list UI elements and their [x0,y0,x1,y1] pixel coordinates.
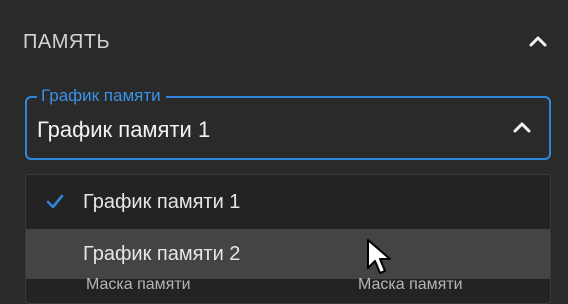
menu-item-label: График памяти 1 [83,191,241,213]
menu-item-memory-trace-2[interactable]: График памяти 2 [26,229,550,279]
memory-section-header[interactable]: ПАМЯТЬ [0,0,568,80]
mouse-cursor-icon [367,239,391,274]
select-value: График памяти 1 [37,117,211,142]
chevron-up-icon [529,36,547,47]
chevron-up-icon [513,122,531,133]
memory-trace-select[interactable]: График памяти График памяти 1 [25,85,551,160]
checkmark-icon [46,194,64,209]
section-title: ПАМЯТЬ [23,31,111,53]
menu-item-label: График памяти 2 [83,243,241,265]
select-toggle-button[interactable] [509,115,535,141]
footer-label-left: Маска памяти [86,276,191,293]
select-legend: График памяти [37,85,166,107]
collapse-section-button[interactable] [524,28,552,56]
footer-label-right: Маска памяти [358,276,463,293]
menu-item-memory-trace-1[interactable]: График памяти 1 [26,177,550,227]
